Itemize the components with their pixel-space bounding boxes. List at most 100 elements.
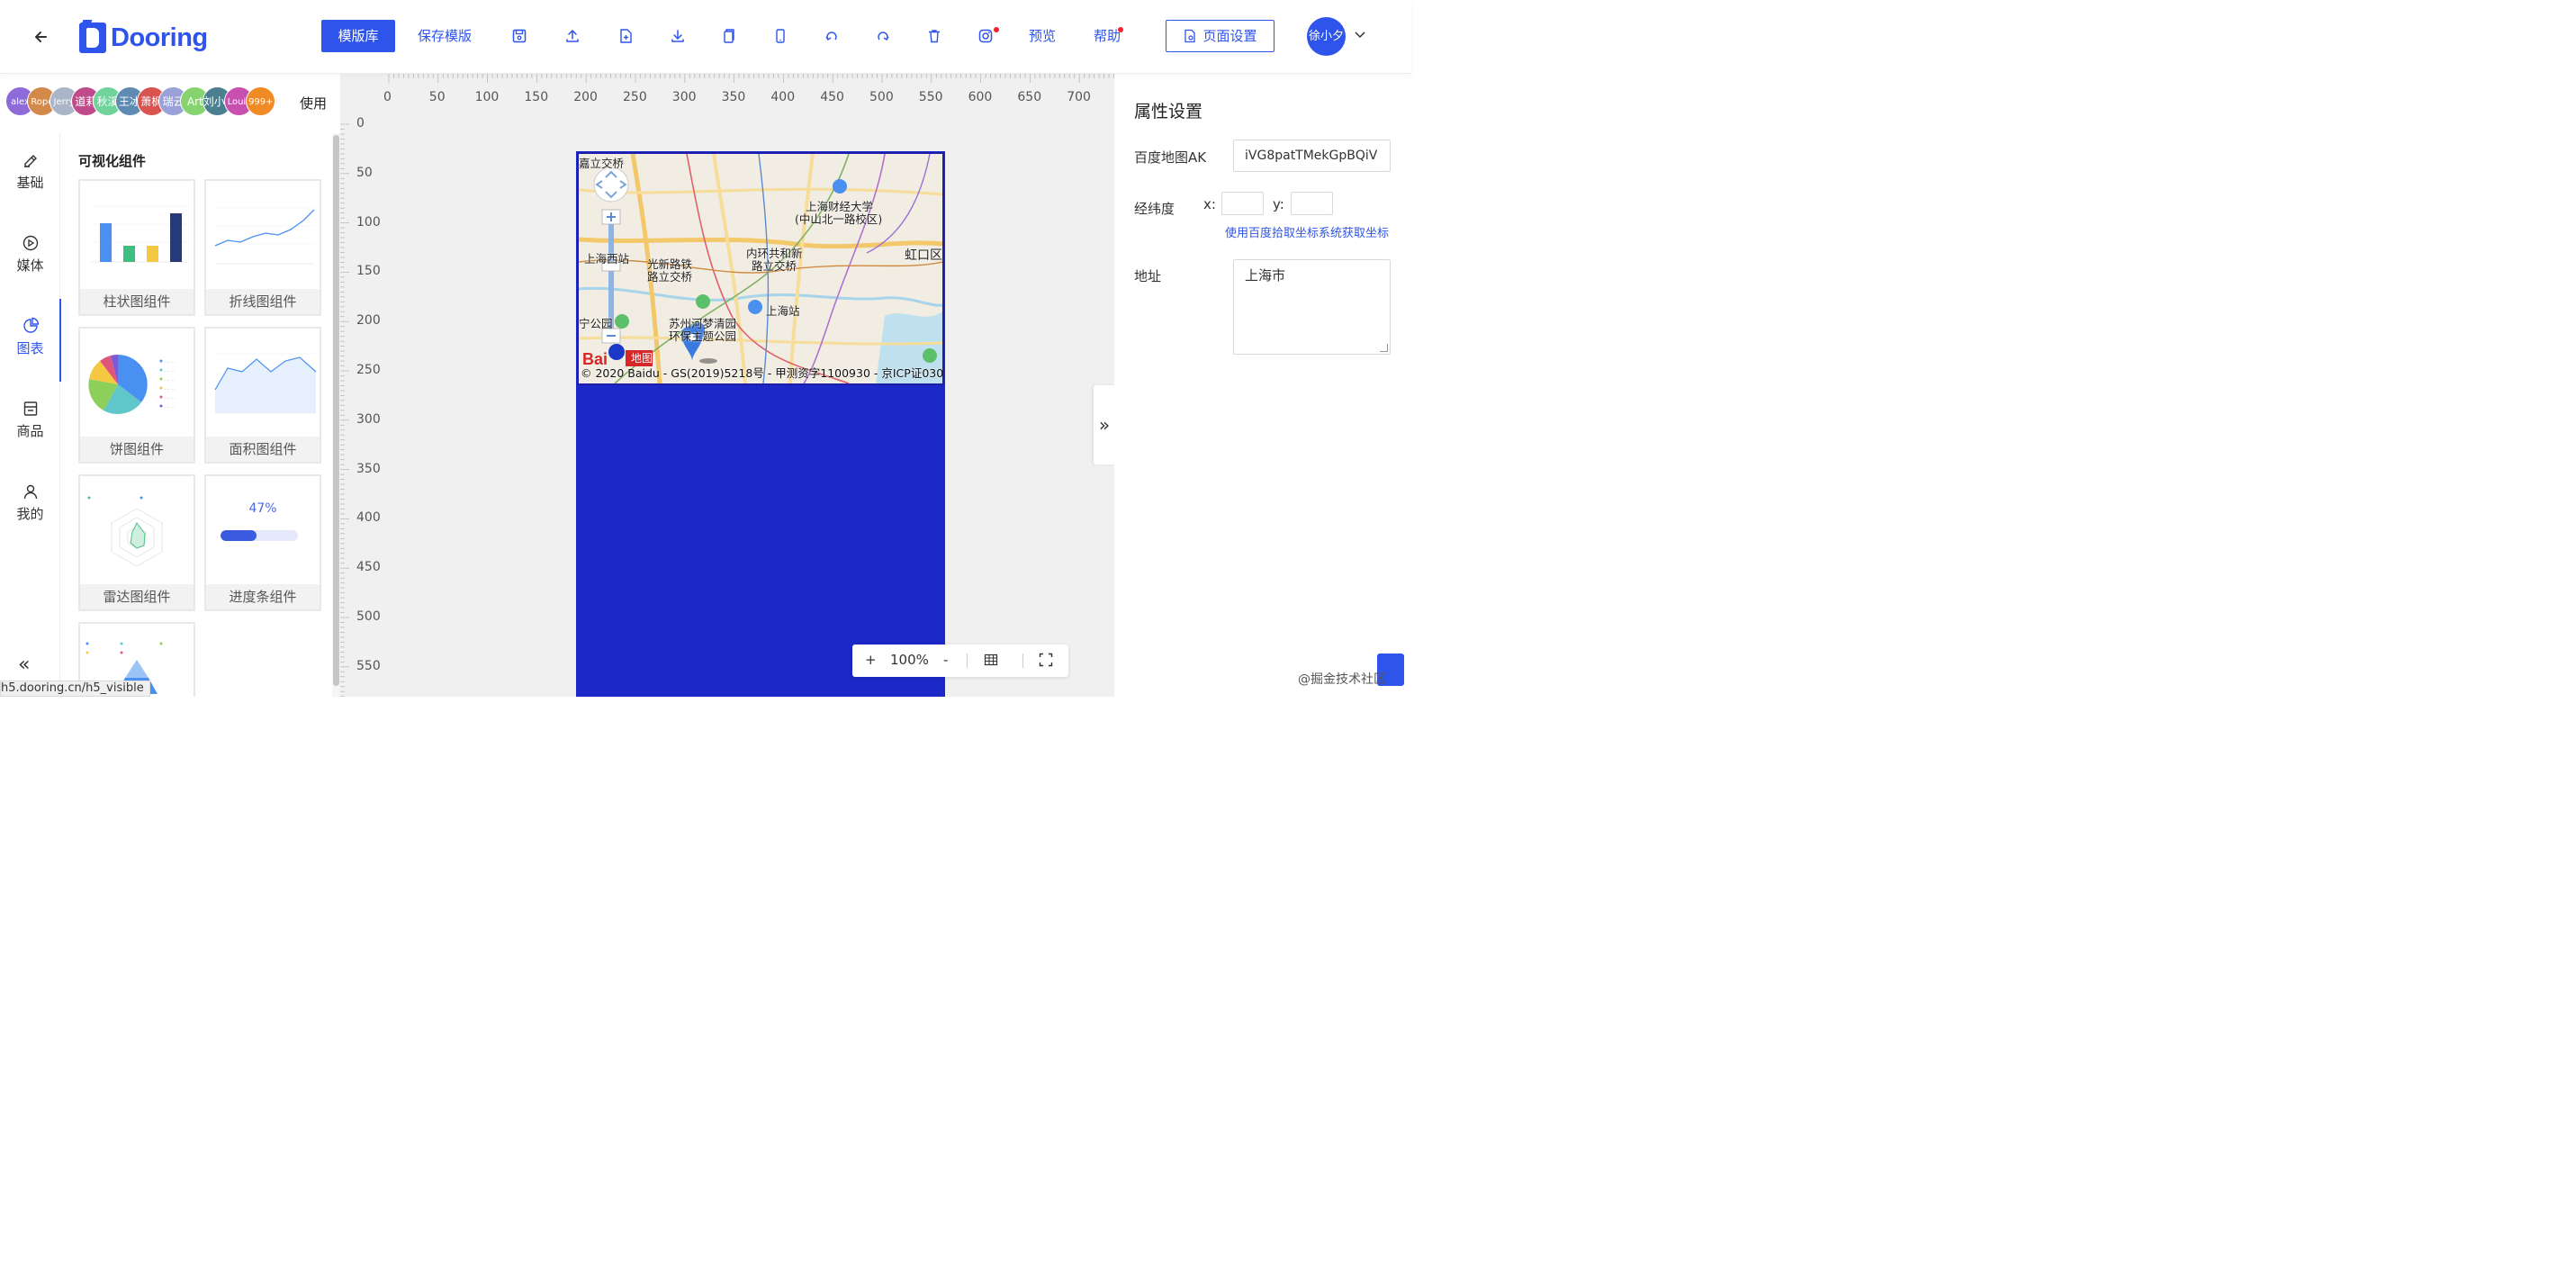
ruler-tick-label: 150 xyxy=(524,90,549,104)
baidu-map-component[interactable]: Bai 嘉立交桥 上海财经大学 (中山北一路校区) 上海西站 光新路铁 路立交桥… xyxy=(577,152,944,385)
delete-icon[interactable] xyxy=(924,26,944,46)
progress-fill xyxy=(221,530,257,541)
baidu-ak-input[interactable]: iVG8patTMekGpBQiV xyxy=(1233,140,1391,172)
nav-basic[interactable]: 基础 xyxy=(0,151,60,234)
logo-text: Dooring xyxy=(111,23,208,52)
map-label: 上海西站 xyxy=(584,252,630,266)
ruler-tick-label: 450 xyxy=(356,560,381,575)
zoom-toolbar: + 100% - xyxy=(852,645,1068,677)
online-user-avatar[interactable]: 999+ xyxy=(246,86,276,116)
save-template-button[interactable]: 保存模版 xyxy=(418,20,472,52)
nav-goods[interactable]: 商品 xyxy=(0,400,60,482)
download-icon[interactable] xyxy=(668,26,688,46)
svg-text:. . . . .: . . . . . xyxy=(165,404,175,409)
address-textarea[interactable]: 上海市 xyxy=(1233,259,1391,355)
online-users-strip: alexRopeJerry道莉秋溪王冰萧枫瑞云Art刘小夕Louis999+ 使… xyxy=(0,74,340,133)
line-chart-card[interactable]: 折线图组件 xyxy=(204,179,321,316)
undo-icon[interactable] xyxy=(822,26,842,46)
upload-icon[interactable] xyxy=(563,26,582,46)
panel-title: 可视化组件 xyxy=(78,153,147,169)
coordinate-picker-link[interactable]: 使用百度拾取坐标系统获取坐标 xyxy=(1225,223,1389,240)
vertical-ruler: 0 50 100 150 200 250 300 350 400 450 500 550 xyxy=(340,110,381,697)
instagram-icon[interactable] xyxy=(976,26,995,46)
nav-basic-label: 基础 xyxy=(16,175,44,191)
progress-bar-card-label: 进度条组件 xyxy=(206,584,320,609)
template-library-button[interactable]: 模版库 xyxy=(321,20,395,52)
zoom-out-button[interactable]: - xyxy=(943,652,948,668)
back-arrow-icon[interactable] xyxy=(31,25,54,49)
property-panel: 属性设置 百度地图AK iVG8patTMekGpBQiV 经纬度 x: y: … xyxy=(1114,74,1411,697)
fullscreen-icon[interactable] xyxy=(1039,653,1053,671)
map-label: 环保主题公园 xyxy=(669,329,737,343)
pie-chart-card[interactable]: . . . . . . . . . . . . . . . . . . . . … xyxy=(78,327,195,464)
pie-chart-card-label: 饼图组件 xyxy=(80,437,194,462)
new-file-icon[interactable] xyxy=(616,26,635,46)
user-icon xyxy=(22,482,40,500)
chevron-down-icon[interactable] xyxy=(1353,27,1367,41)
nav-charts[interactable]: 图表 xyxy=(0,299,61,382)
map-label: 虹口区 xyxy=(905,248,942,263)
progress-bar-thumbnail: 47% xyxy=(206,476,320,584)
divider xyxy=(1022,654,1023,668)
map-label: 宁公园 xyxy=(579,317,613,330)
svg-text:. . . . .: . . . . . xyxy=(165,386,175,391)
horizontal-ruler: 0 50 100 150 200 250 300 350 400 450 500 550 600 650 7… xyxy=(378,74,1114,110)
radar-chart-card[interactable]: 雷达图组件 xyxy=(78,474,195,611)
longitude-input[interactable] xyxy=(1221,192,1264,215)
ruler-tick-label: 400 xyxy=(770,90,796,104)
help-button[interactable]: 帮助 xyxy=(1094,20,1121,52)
nav-goods-label: 商品 xyxy=(16,423,44,439)
radar-chart-thumbnail xyxy=(80,476,194,584)
property-panel-title: 属性设置 xyxy=(1134,102,1203,122)
progress-track xyxy=(221,530,298,541)
dooring-logo[interactable]: Dooring xyxy=(79,22,208,54)
zoom-in-button[interactable]: + xyxy=(865,652,877,668)
ruler-tick-label: 100 xyxy=(474,90,500,104)
page-settings-button[interactable]: 页面设置 xyxy=(1166,20,1274,52)
user-avatar[interactable]: 徐小夕 xyxy=(1307,17,1346,56)
svg-text:. . . . .: . . . . . xyxy=(165,395,175,400)
ruler-tick-label: 0 xyxy=(383,90,392,104)
ruler-tick-label: 700 xyxy=(1067,90,1091,104)
expand-right-panel-icon[interactable]: » xyxy=(1094,385,1115,464)
divider xyxy=(967,654,968,668)
latitude-input[interactable] xyxy=(1291,192,1333,215)
ruler-tick-label: 250 xyxy=(623,90,647,104)
ruler-tick-label: 0 xyxy=(356,116,365,131)
preview-button[interactable]: 预览 xyxy=(1029,20,1056,52)
nav-mine[interactable]: 我的 xyxy=(0,482,60,565)
ruler-tick-label: 200 xyxy=(573,90,598,104)
progress-bar-card[interactable]: 47% 进度条组件 xyxy=(204,474,321,611)
save-icon[interactable] xyxy=(509,26,529,46)
area-chart-card[interactable]: 面积图组件 xyxy=(204,327,321,464)
page-settings-icon xyxy=(1183,23,1197,54)
ruler-tick-label: 500 xyxy=(356,609,381,624)
highlighter-icon xyxy=(22,151,40,169)
ruler-tick-label: 200 xyxy=(356,313,381,329)
mobile-preview-icon[interactable] xyxy=(770,26,790,46)
nav-media-label: 媒体 xyxy=(16,257,44,274)
collapse-sidebar-icon[interactable]: « xyxy=(18,654,30,676)
progress-percent: 47% xyxy=(248,501,277,516)
help-notification-dot xyxy=(1118,27,1123,32)
map-label: (中山北一路校区) xyxy=(795,212,883,226)
ruler-tick-label: 150 xyxy=(356,264,381,279)
bar-chart-card[interactable]: 柱状图组件 xyxy=(78,179,195,316)
panel-scrollbar-thumb[interactable] xyxy=(333,135,339,686)
ruler-tick-label: 350 xyxy=(721,90,746,104)
ruler-tick-label: 400 xyxy=(356,510,381,526)
svg-text:. . . . .: . . . . . xyxy=(165,359,175,364)
grid-icon[interactable] xyxy=(984,653,998,671)
redo-icon[interactable] xyxy=(873,26,893,46)
line-chart-card-label: 折线图组件 xyxy=(206,289,320,314)
bar-chart-thumbnail xyxy=(80,181,194,289)
using-label: 使用 xyxy=(300,95,328,112)
map-label: 路立交桥 xyxy=(752,259,797,273)
status-url: h5.dooring.cn/h5_visible xyxy=(0,681,150,697)
notification-dot xyxy=(994,27,999,32)
ruler-tick-label: 50 xyxy=(356,165,373,180)
x-label: x: xyxy=(1203,196,1216,212)
map-label: 路立交桥 xyxy=(647,270,693,284)
copy-icon[interactable] xyxy=(718,26,738,46)
area-chart-card-label: 面积图组件 xyxy=(206,437,320,462)
